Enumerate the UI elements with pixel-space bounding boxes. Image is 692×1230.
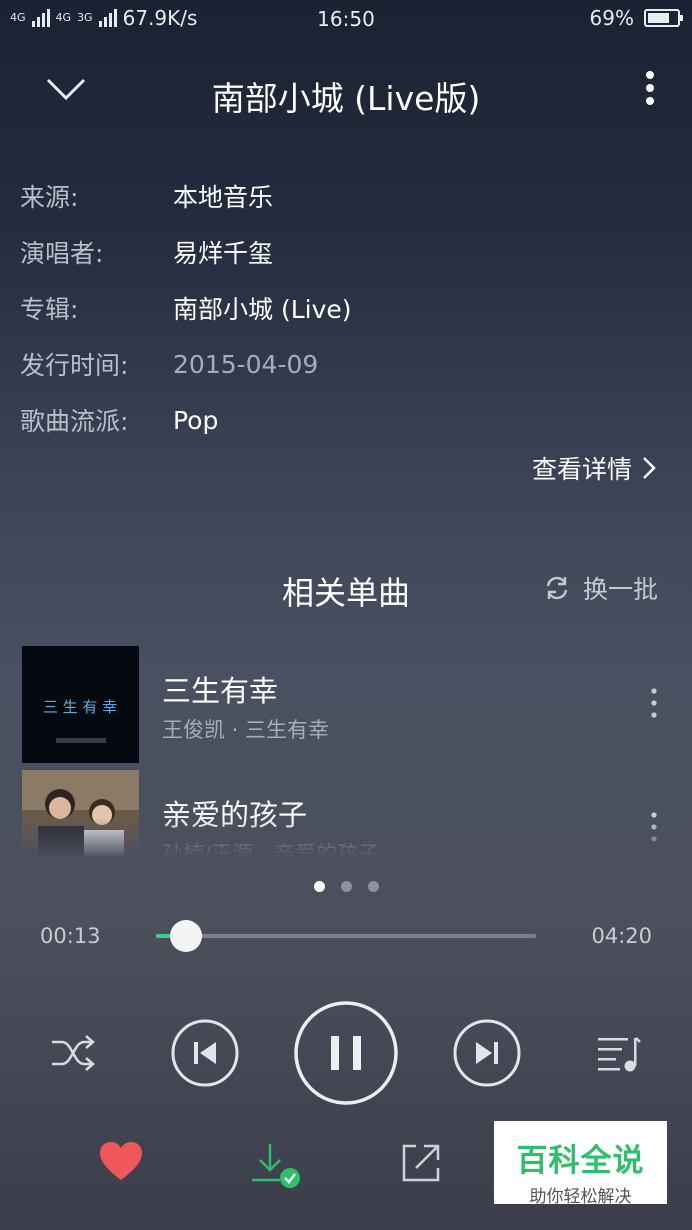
refresh-button[interactable]: 换一批: [543, 570, 658, 606]
chevron-right-icon: [643, 457, 656, 479]
track-title: 亲爱的孩子: [162, 798, 308, 832]
more-vertical-icon[interactable]: [644, 810, 664, 846]
share-icon[interactable]: [398, 1140, 444, 1186]
track-subtitle: 孙楠/王源 - 亲爱的孩子: [162, 842, 380, 858]
album-cover: [22, 770, 139, 858]
shuffle-icon[interactable]: [48, 1032, 98, 1074]
current-time: 00:13: [40, 924, 101, 948]
song-info-list: 来源: 本地音乐 演唱者: 易烊千玺 专辑: 南部小城 (Live) 发行时间:…: [20, 168, 660, 448]
playback-controls: [0, 1000, 692, 1110]
page-dot[interactable]: [340, 881, 352, 892]
watermark-logo: 百科全说 助你轻松解决: [494, 1121, 667, 1207]
more-vertical-icon[interactable]: [638, 70, 662, 110]
next-track-icon[interactable]: [452, 1018, 522, 1088]
info-row-genre: 歌曲流派: Pop: [20, 392, 660, 448]
download-done-icon[interactable]: [248, 1140, 304, 1190]
related-track-item[interactable]: 三 生 有 幸 三生有幸 王俊凯 · 三生有幸: [22, 646, 672, 764]
song-title: 南部小城 (Live版): [211, 79, 481, 118]
battery-icon: [644, 9, 683, 27]
page-dot[interactable]: [313, 881, 325, 892]
info-label: 演唱者:: [20, 239, 104, 268]
clock: 16:50: [317, 7, 375, 31]
seek-bar[interactable]: [156, 920, 536, 952]
player-header: 南部小城 (Live版): [0, 58, 692, 122]
pause-icon[interactable]: [293, 1000, 399, 1106]
svg-text:三 生 有 幸: 三 生 有 幸: [43, 698, 117, 716]
related-track-item[interactable]: 亲爱的孩子 孙楠/王源 - 亲爱的孩子: [22, 770, 672, 858]
info-value: 本地音乐: [173, 183, 274, 212]
info-row-artist: 演唱者: 易烊千玺: [20, 224, 660, 280]
album-link[interactable]: 南部小城 (Live): [173, 290, 352, 326]
previous-track-icon[interactable]: [170, 1018, 240, 1088]
refresh-label: 换一批: [582, 575, 658, 604]
info-row-album: 专辑: 南部小城 (Live): [20, 280, 660, 336]
track-title: 三生有幸: [162, 674, 279, 708]
info-label: 发行时间:: [20, 351, 129, 380]
track-list-clip: 亲爱的孩子 孙楠/王源 - 亲爱的孩子: [0, 770, 692, 858]
view-details-link[interactable]: 查看详情: [532, 450, 656, 486]
info-row-release-date: 发行时间: 2015-04-09: [20, 336, 660, 392]
view-details-label: 查看详情: [531, 455, 632, 484]
info-label: 歌曲流派:: [20, 407, 129, 436]
status-bar: 4G 4G 3G 67.9K/s 16:50 69%: [0, 0, 692, 38]
page-indicator: [0, 881, 692, 892]
heart-icon[interactable]: [98, 1140, 144, 1182]
track-subtitle: 王俊凯 · 三生有幸: [162, 718, 330, 742]
info-row-source: 来源: 本地音乐: [20, 168, 660, 224]
watermark-title: 百科全说: [516, 1143, 645, 1179]
watermark-subtitle: 助你轻松解决: [529, 1187, 632, 1207]
info-label: 专辑:: [20, 295, 79, 324]
artist-link[interactable]: 易烊千玺: [173, 234, 273, 270]
more-vertical-icon[interactable]: [644, 686, 664, 722]
info-value: Pop: [173, 405, 219, 435]
seek-handle[interactable]: [170, 920, 203, 952]
info-label: 来源:: [20, 183, 79, 212]
page-dot[interactable]: [367, 881, 379, 892]
battery-percent: 69%: [589, 6, 634, 30]
progress-area: 00:13 04:20: [0, 916, 692, 956]
status-right: 69%: [589, 6, 683, 30]
album-cover: 三 生 有 幸: [22, 646, 139, 763]
playlist-icon[interactable]: [594, 1030, 644, 1076]
info-value: 2015-04-09: [173, 349, 319, 379]
duration: 04:20: [591, 924, 652, 948]
refresh-icon: [546, 576, 568, 600]
